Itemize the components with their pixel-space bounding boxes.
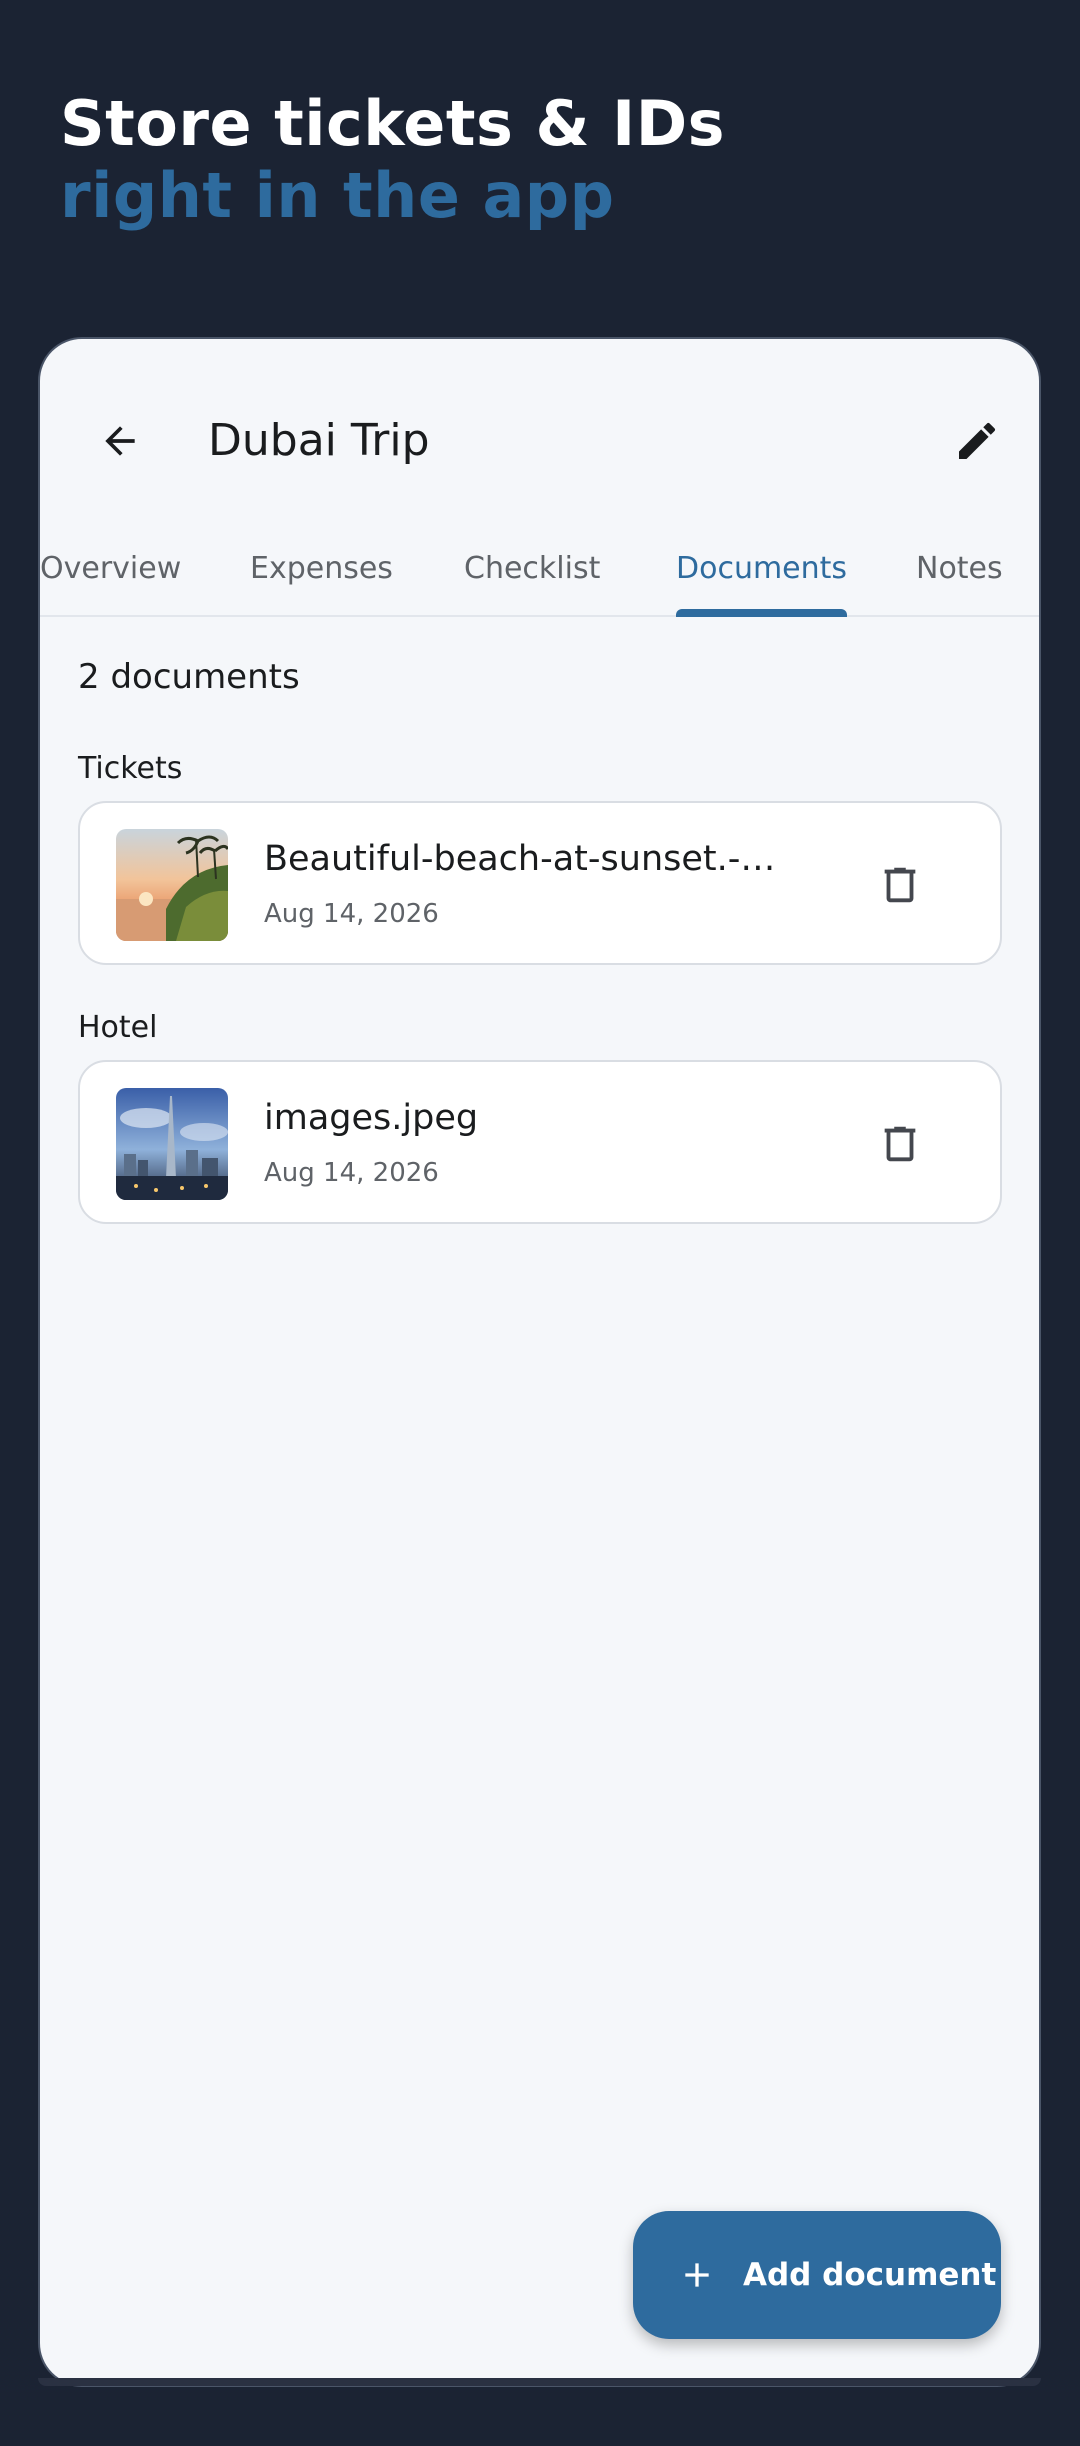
edit-button[interactable] xyxy=(937,401,1017,481)
document-date: Aug 14, 2026 xyxy=(264,1158,439,1188)
tab-label: Expenses xyxy=(250,551,393,586)
add-document-label: Add document xyxy=(743,2257,997,2293)
active-tab-indicator xyxy=(676,609,848,617)
trash-icon xyxy=(884,867,916,903)
tab-label: Checklist xyxy=(464,551,601,586)
beach-sunset-image xyxy=(116,829,228,941)
arrow-back-icon xyxy=(105,426,135,456)
document-card[interactable]: images.jpeg Aug 14, 2026 xyxy=(78,1060,1002,1224)
city-skyline-image xyxy=(116,1088,228,1200)
document-name: Beautiful-beach-at-sunset.-Col… xyxy=(264,839,794,879)
document-date: Aug 14, 2026 xyxy=(264,899,439,929)
promo-headline: Store tickets & IDs right in the app xyxy=(60,88,725,232)
tab-expenses[interactable]: Expenses xyxy=(250,519,393,615)
tab-notes[interactable]: Notes xyxy=(916,519,1003,615)
tab-label: Documents xyxy=(676,551,848,586)
trash-icon xyxy=(884,1126,916,1162)
tab-label: Overview xyxy=(40,551,182,586)
app-bar: Dubai Trip xyxy=(40,339,1039,539)
document-card[interactable]: Beautiful-beach-at-sunset.-Col… Aug 14, … xyxy=(78,801,1002,965)
add-document-button[interactable]: Add document xyxy=(633,2211,1001,2339)
tab-overview[interactable]: Overview xyxy=(40,519,181,615)
promo-line-2: right in the app xyxy=(60,159,615,232)
device-bottom-edge xyxy=(38,2378,1041,2386)
pencil-icon xyxy=(959,422,996,459)
document-count: 2 documents xyxy=(78,657,300,697)
plus-icon xyxy=(685,2263,709,2287)
page-title: Dubai Trip xyxy=(208,415,430,466)
tab-label: Notes xyxy=(916,551,1003,586)
tab-checklist[interactable]: Checklist xyxy=(464,519,600,615)
tab-documents[interactable]: Documents xyxy=(676,519,848,617)
delete-button[interactable] xyxy=(860,1104,940,1184)
phone-screen: Dubai Trip Overview Expenses Checklist D… xyxy=(38,337,1041,2387)
group-label-hotel: Hotel xyxy=(78,1010,158,1045)
document-name: images.jpeg xyxy=(264,1098,479,1138)
group-label-tickets: Tickets xyxy=(78,751,183,786)
delete-button[interactable] xyxy=(860,845,940,925)
promo-line-1: Store tickets & IDs xyxy=(60,87,726,160)
tab-bar: Overview Expenses Checklist Documents No… xyxy=(40,519,1039,617)
back-button[interactable] xyxy=(80,401,160,481)
